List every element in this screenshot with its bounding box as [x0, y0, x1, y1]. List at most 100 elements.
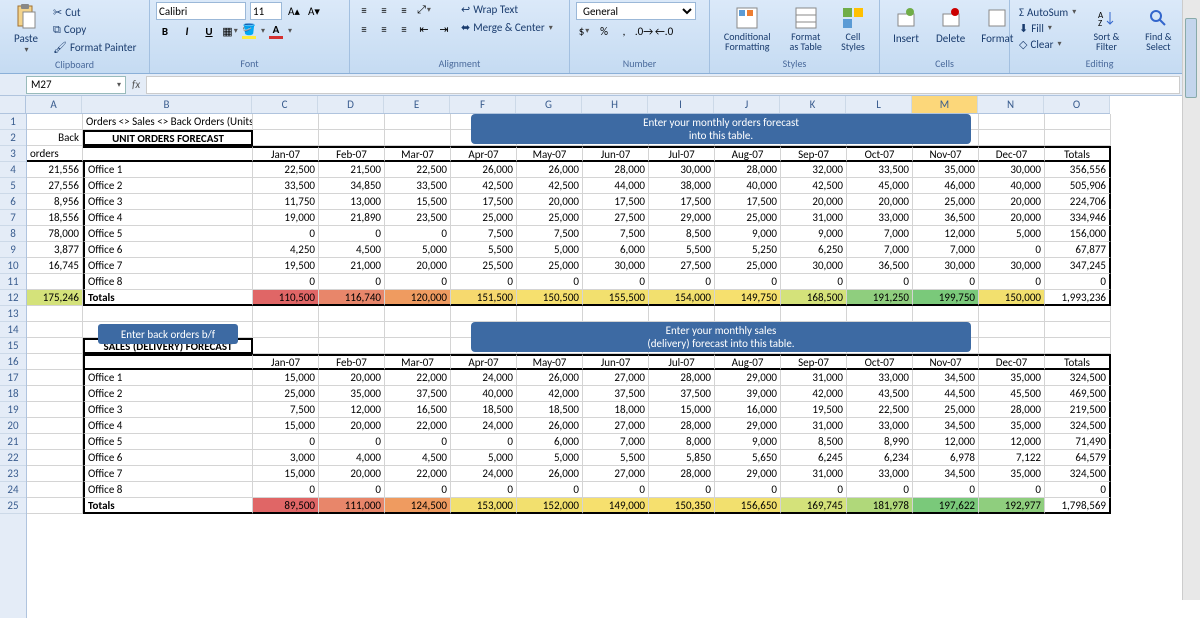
- cell[interactable]: 9,000: [715, 434, 781, 450]
- cell[interactable]: [649, 306, 715, 322]
- cell[interactable]: [1045, 130, 1111, 146]
- cell[interactable]: 22,500: [253, 162, 319, 178]
- cell[interactable]: 0: [913, 482, 979, 498]
- cell[interactable]: 0: [253, 226, 319, 242]
- cell[interactable]: 0: [451, 274, 517, 290]
- cell[interactable]: 0: [1045, 274, 1111, 290]
- column-header[interactable]: F: [450, 96, 516, 113]
- cell[interactable]: 199,750: [913, 290, 979, 306]
- cell[interactable]: [847, 306, 913, 322]
- cut-button[interactable]: ✂Cut: [50, 5, 139, 20]
- cell[interactable]: 6,978: [913, 450, 979, 466]
- column-header[interactable]: O: [1044, 96, 1110, 113]
- cell[interactable]: 28,000: [979, 402, 1045, 418]
- cell[interactable]: 192,977: [979, 498, 1045, 514]
- cell[interactable]: [83, 306, 253, 322]
- comma-button[interactable]: ,: [616, 23, 632, 39]
- cell[interactable]: 505,906: [1045, 178, 1111, 194]
- cell[interactable]: 8,000: [649, 434, 715, 450]
- fill-button[interactable]: ⬇Fill▾: [1016, 21, 1079, 36]
- cell[interactable]: [27, 418, 83, 434]
- cell[interactable]: 36,500: [847, 258, 913, 274]
- cell[interactable]: 4,000: [319, 450, 385, 466]
- cell[interactable]: 28,000: [715, 162, 781, 178]
- column-header[interactable]: B: [82, 96, 252, 113]
- cell[interactable]: [27, 322, 83, 338]
- cell[interactable]: 347,245: [1045, 258, 1111, 274]
- cell[interactable]: 0: [319, 482, 385, 498]
- paste-button[interactable]: Paste▾: [6, 2, 46, 57]
- cell[interactable]: 33,000: [847, 418, 913, 434]
- font-color-button[interactable]: A: [269, 23, 283, 39]
- cell[interactable]: 0: [979, 274, 1045, 290]
- cell[interactable]: 21,000: [319, 258, 385, 274]
- cell[interactable]: 40,000: [979, 178, 1045, 194]
- cell[interactable]: Apr-07: [451, 146, 517, 162]
- cell[interactable]: 29,000: [715, 370, 781, 386]
- align-middle-button[interactable]: ≡: [376, 2, 392, 18]
- cell[interactable]: 0: [517, 482, 583, 498]
- cell[interactable]: 31,000: [781, 210, 847, 226]
- cell[interactable]: 8,990: [847, 434, 913, 450]
- cell[interactable]: [979, 338, 1045, 354]
- cell[interactable]: 4,500: [319, 242, 385, 258]
- cell[interactable]: [385, 306, 451, 322]
- cell[interactable]: Dec-07: [979, 354, 1045, 370]
- cell[interactable]: 16,000: [715, 402, 781, 418]
- font-name-select[interactable]: [156, 2, 246, 20]
- cell[interactable]: 0: [781, 274, 847, 290]
- cell[interactable]: 35,000: [319, 386, 385, 402]
- cell[interactable]: [319, 338, 385, 354]
- cell[interactable]: 28,000: [649, 370, 715, 386]
- cell[interactable]: [715, 306, 781, 322]
- format-as-table-button[interactable]: Format as Table: [782, 2, 829, 54]
- row-header[interactable]: 17: [0, 370, 26, 386]
- row-header[interactable]: 3: [0, 146, 26, 162]
- cell[interactable]: 33,000: [847, 210, 913, 226]
- cell[interactable]: Jun-07: [583, 146, 649, 162]
- cell[interactable]: 0: [847, 274, 913, 290]
- cell[interactable]: Office 2: [83, 386, 253, 402]
- cell[interactable]: [781, 306, 847, 322]
- cell[interactable]: 1,993,236: [1045, 290, 1111, 306]
- cell[interactable]: 21,500: [319, 162, 385, 178]
- cell[interactable]: 18,500: [451, 402, 517, 418]
- cell[interactable]: 20,000: [385, 258, 451, 274]
- cell[interactable]: 169,745: [781, 498, 847, 514]
- cell[interactable]: Office 1: [83, 162, 253, 178]
- cell[interactable]: 197,622: [913, 498, 979, 514]
- worksheet-grid[interactable]: Orders <> Sales <> Back Orders (Units)Ba…: [27, 114, 1111, 618]
- cell[interactable]: 15,000: [253, 466, 319, 482]
- cell[interactable]: 30,000: [979, 162, 1045, 178]
- cell[interactable]: 111,000: [319, 498, 385, 514]
- cell[interactable]: 8,956: [27, 194, 83, 210]
- cell[interactable]: 150,350: [649, 498, 715, 514]
- cell[interactable]: 39,000: [715, 386, 781, 402]
- cell-styles-button[interactable]: Cell Styles: [833, 2, 873, 54]
- cell[interactable]: 356,556: [1045, 162, 1111, 178]
- cell[interactable]: 7,500: [451, 226, 517, 242]
- column-header[interactable]: H: [582, 96, 648, 113]
- cell[interactable]: 5,000: [517, 450, 583, 466]
- row-header[interactable]: 24: [0, 482, 26, 498]
- cell[interactable]: 46,000: [913, 178, 979, 194]
- cell[interactable]: 120,000: [385, 290, 451, 306]
- cell[interactable]: 469,500: [1045, 386, 1111, 402]
- cell[interactable]: Dec-07: [979, 146, 1045, 162]
- cell[interactable]: 0: [253, 274, 319, 290]
- cell[interactable]: Totals: [1045, 146, 1111, 162]
- cell[interactable]: [1045, 338, 1111, 354]
- cell[interactable]: [27, 306, 83, 322]
- cell[interactable]: 17,500: [583, 194, 649, 210]
- cell[interactable]: 6,234: [847, 450, 913, 466]
- shrink-font-button[interactable]: A▾: [306, 3, 322, 19]
- cell[interactable]: 9,000: [781, 226, 847, 242]
- cell[interactable]: 149,000: [583, 498, 649, 514]
- cell[interactable]: 25,000: [913, 194, 979, 210]
- cell[interactable]: 24,000: [451, 370, 517, 386]
- cell[interactable]: [979, 306, 1045, 322]
- cell[interactable]: Nov-07: [913, 354, 979, 370]
- cell[interactable]: 5,000: [517, 242, 583, 258]
- row-header[interactable]: 18: [0, 386, 26, 402]
- cell[interactable]: 156,650: [715, 498, 781, 514]
